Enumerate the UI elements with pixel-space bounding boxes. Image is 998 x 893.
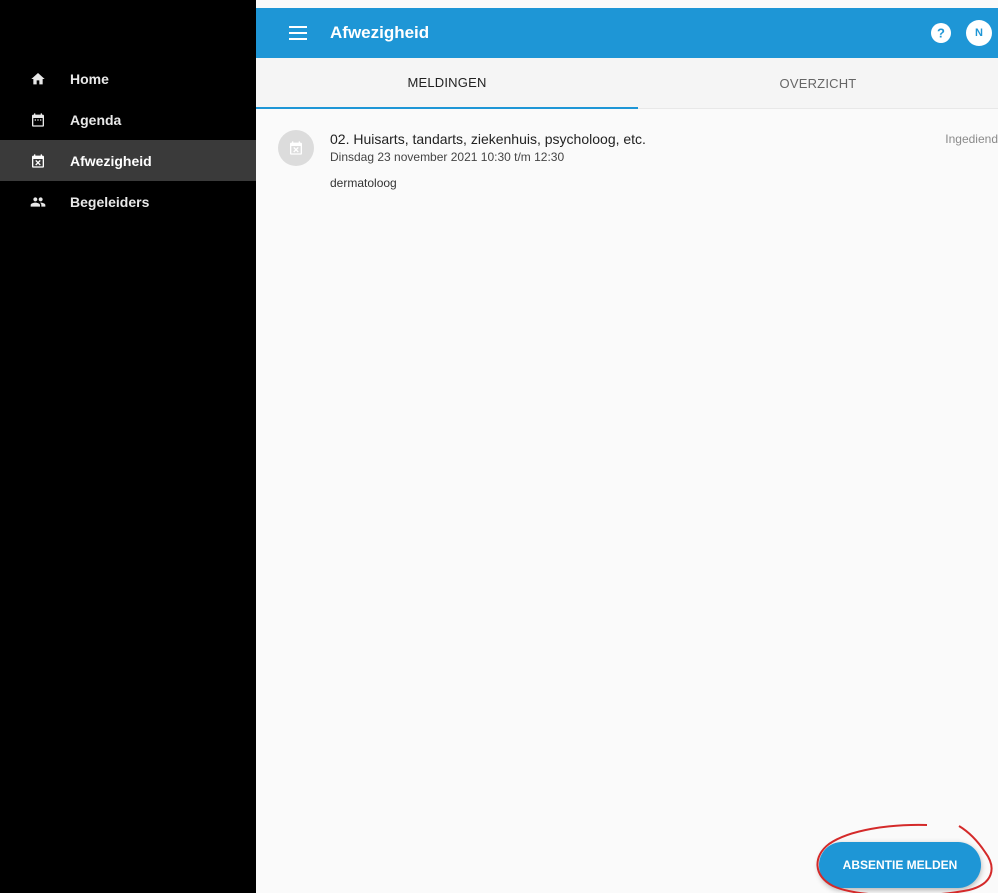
app-bar-actions: ? N [930,20,992,46]
main-content: Afwezigheid ? N MELDINGEN OVERZICHT 02. … [256,0,998,893]
sidebar-item-label: Begeleiders [70,193,150,210]
tab-overzicht[interactable]: OVERZICHT [638,58,998,109]
sidebar-item-label: Agenda [70,111,122,128]
user-avatar[interactable]: N [966,20,992,46]
list-item[interactable]: 02. Huisarts, tandarts, ziekenhuis, psyc… [256,110,998,200]
home-icon [26,67,50,91]
absentie-melden-button[interactable]: ABSENTIE MELDEN [819,842,981,888]
calendar-icon [26,108,50,132]
app-root: Home Agenda Afwezigheid Begeleiders Afwe… [0,0,998,893]
sidebar: Home Agenda Afwezigheid Begeleiders [0,0,256,893]
menu-icon[interactable] [286,21,310,45]
sidebar-item-agenda[interactable]: Agenda [0,99,256,140]
sidebar-item-afwezigheid[interactable]: Afwezigheid [0,140,256,181]
sidebar-item-label: Home [70,70,109,87]
absence-note: dermatoloog [330,176,397,190]
svg-text:?: ? [937,26,945,41]
tab-bar: MELDINGEN OVERZICHT [256,58,998,109]
status-badge: Ingediend [945,132,998,146]
page-title: Afwezigheid [330,23,430,42]
sidebar-item-label: Afwezigheid [70,152,152,169]
sidebar-item-begeleiders[interactable]: Begeleiders [0,181,256,222]
calendar-remove-icon [278,130,314,166]
absence-title: 02. Huisarts, tandarts, ziekenhuis, psyc… [330,131,646,147]
absence-list: 02. Huisarts, tandarts, ziekenhuis, psyc… [256,110,998,200]
calendar-remove-icon [26,149,50,173]
people-icon [26,190,50,214]
tab-meldingen[interactable]: MELDINGEN [256,58,638,109]
app-bar: Afwezigheid ? N [256,8,998,58]
help-icon[interactable]: ? [930,22,952,44]
sidebar-item-home[interactable]: Home [0,58,256,99]
absence-date: Dinsdag 23 november 2021 10:30 t/m 12:30 [330,150,565,164]
